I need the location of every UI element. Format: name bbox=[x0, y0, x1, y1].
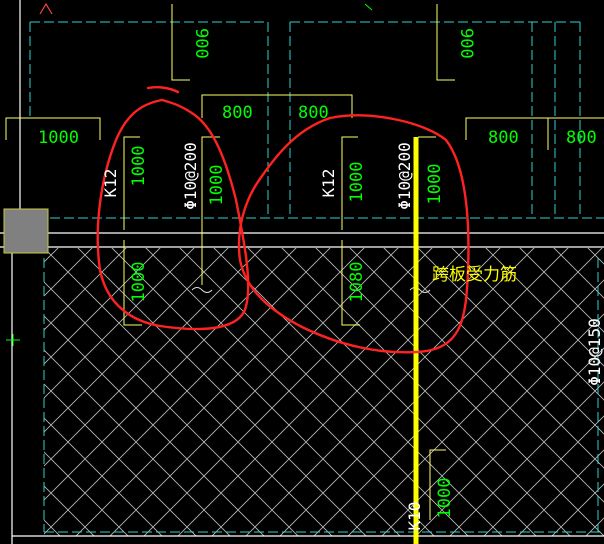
column-icon bbox=[3, 208, 49, 254]
right-bar-spec: K12 bbox=[319, 169, 338, 198]
hatched-slab bbox=[44, 248, 604, 536]
left-bar-spec: K12 bbox=[101, 169, 120, 198]
dim-800-mid-left: 800 bbox=[222, 103, 253, 123]
arrow-mark-icon bbox=[39, 2, 53, 15]
right-bar-upper-length: 1000 bbox=[347, 162, 367, 203]
bottom-bar-spec: K10 bbox=[405, 502, 424, 531]
dim-800-mid-right: 800 bbox=[298, 103, 329, 123]
right-bar-spacing: Φ10@200 bbox=[395, 142, 414, 209]
annotation-cross-slab-rebar: 跨板受力筋 bbox=[432, 265, 517, 285]
left-green-mark bbox=[6, 334, 20, 346]
left-bar-spacing: Φ10@200 bbox=[181, 142, 200, 209]
dim-1000-left: 1000 bbox=[38, 128, 79, 148]
left-bar-right-length: 1000 bbox=[207, 165, 227, 206]
cad-drawing: 900 900 800 800 1000 800 800 1000 1000 1… bbox=[0, 0, 604, 544]
dim-900-top-left: 900 bbox=[191, 28, 211, 59]
dim-800-right-b: 800 bbox=[566, 128, 597, 148]
bottom-bar-length: 1000 bbox=[435, 478, 455, 519]
right-bar-lower-length: 1080 bbox=[347, 262, 367, 303]
left-bar-upper-length: 1000 bbox=[129, 146, 149, 187]
far-right-spacing: Φ10@150 bbox=[585, 318, 604, 385]
small-green-tick bbox=[364, 3, 373, 11]
dim-900-top-right: 900 bbox=[456, 28, 476, 59]
left-bar-lower-length: 1000 bbox=[129, 262, 149, 303]
dim-800-right-a: 800 bbox=[488, 128, 519, 148]
right-bar-right-length: 1000 bbox=[425, 164, 445, 205]
